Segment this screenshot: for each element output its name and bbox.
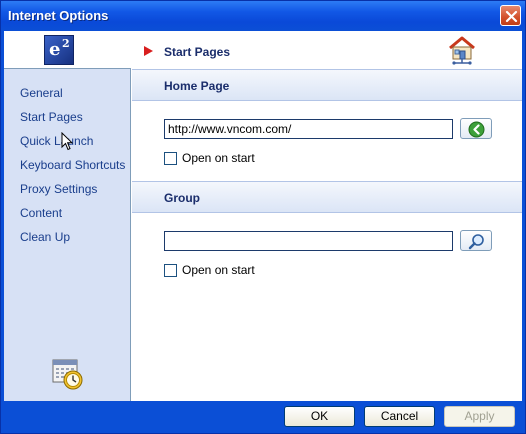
- page-title: Start Pages: [164, 45, 231, 59]
- main-header: Start Pages: [132, 31, 522, 69]
- sidebar-item-general[interactable]: General: [20, 85, 125, 109]
- group-open-on-start-checkbox[interactable]: [164, 264, 177, 277]
- close-button[interactable]: [500, 5, 521, 26]
- group-heading: Group: [164, 191, 200, 205]
- group-open-on-start-label: Open on start: [182, 263, 255, 277]
- logo-superscript: 2: [62, 37, 70, 50]
- sidebar-item-content[interactable]: Content: [20, 205, 125, 229]
- cancel-button[interactable]: Cancel: [364, 406, 435, 427]
- button-bar: OK Cancel Apply: [1, 401, 525, 433]
- house-network-icon: [449, 36, 475, 65]
- home-open-on-start-label: Open on start: [182, 151, 255, 165]
- internet-options-window: Internet Options e 2 General Start Pages…: [0, 0, 526, 434]
- magnifier-icon: [468, 234, 484, 250]
- home-page-heading: Home Page: [164, 79, 230, 93]
- dialog-body: e 2 General Start Pages Quick Launch Key…: [4, 31, 522, 401]
- sidebar-header: e 2: [4, 31, 131, 69]
- ok-button[interactable]: OK: [284, 406, 355, 427]
- sidebar-item-start-pages[interactable]: Start Pages: [20, 109, 125, 133]
- sidebar-item-clean-up[interactable]: Clean Up: [20, 229, 125, 253]
- group-browse-button[interactable]: [460, 230, 492, 251]
- close-icon: [505, 10, 518, 23]
- apply-button[interactable]: Apply: [444, 406, 515, 427]
- mouse-cursor-icon: [61, 132, 73, 151]
- group-section-header: Group: [132, 181, 522, 213]
- group-input[interactable]: [164, 231, 453, 251]
- red-arrow-icon: [144, 46, 153, 56]
- app-logo: e 2: [44, 35, 74, 65]
- logo-letter: e: [49, 39, 61, 60]
- calendar-clock-icon: [52, 359, 83, 390]
- green-arrow-icon: [468, 121, 485, 138]
- sidebar-item-keyboard-shortcuts[interactable]: Keyboard Shortcuts: [20, 157, 125, 181]
- go-button[interactable]: [460, 118, 492, 139]
- title-bar[interactable]: Internet Options: [1, 1, 525, 31]
- home-page-section-header: Home Page: [132, 69, 522, 101]
- home-page-url-input[interactable]: [164, 119, 453, 139]
- window-title: Internet Options: [8, 8, 109, 23]
- home-open-on-start-checkbox[interactable]: [164, 152, 177, 165]
- sidebar-item-proxy-settings[interactable]: Proxy Settings: [20, 181, 125, 205]
- sidebar-nav: General Start Pages Quick Launch Keyboar…: [20, 85, 125, 253]
- sidebar: e 2 General Start Pages Quick Launch Key…: [4, 31, 131, 401]
- main-panel: Start Pages Home Page http://www.vncom.c…: [132, 31, 522, 401]
